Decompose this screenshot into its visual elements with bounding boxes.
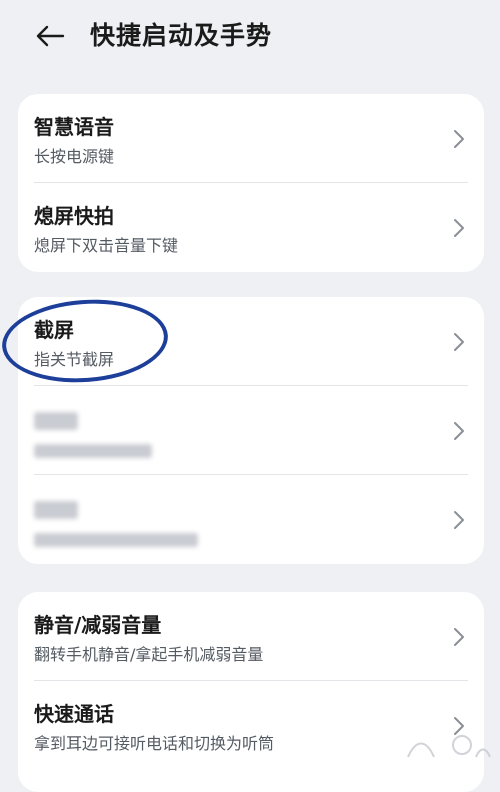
row-label: 熄屏快拍 (34, 204, 114, 228)
row-label: 静音/减弱音量 (34, 613, 162, 637)
chevron-right-icon (454, 219, 464, 237)
row-label: 智慧语音 (34, 115, 114, 139)
watermark-logo-icon (407, 735, 491, 758)
row-screen-off-snapshot[interactable]: 熄屏快拍 熄屏下双击音量下键 (18, 183, 484, 272)
row-label: 快速通话 (34, 702, 114, 726)
arrow-left-icon (36, 25, 65, 47)
chevron-right-icon (454, 333, 464, 351)
row-smart-voice[interactable]: 智慧语音 长按电源键 (18, 94, 484, 183)
blurred-subtitle (34, 533, 198, 547)
row-subtitle: 翻转手机静音/拿起手机减弱音量 (34, 645, 264, 664)
blurred-label (34, 501, 78, 519)
back-button[interactable] (30, 16, 70, 56)
page-title: 快捷启动及手势 (90, 21, 273, 50)
settings-card-1: 智慧语音 长按电源键 熄屏快拍 熄屏下双击音量下键 (18, 94, 484, 272)
row-subtitle: 拿到耳边可接听电话和切换为听筒 (34, 734, 275, 753)
chevron-right-icon (454, 422, 464, 440)
row-subtitle: 熄屏下双击音量下键 (34, 236, 179, 255)
row-blurred-1[interactable] (18, 386, 484, 475)
chevron-right-icon (454, 628, 464, 646)
chevron-right-icon (454, 130, 464, 148)
row-mute-reduce-volume[interactable]: 静音/减弱音量 翻转手机静音/拿起手机减弱音量 (18, 592, 484, 681)
chevron-right-icon (454, 511, 464, 529)
row-subtitle: 长按电源键 (34, 147, 115, 166)
blurred-subtitle (34, 444, 152, 458)
row-blurred-2[interactable] (18, 475, 484, 564)
blurred-label (34, 412, 78, 430)
app-header: 快捷启动及手势 (0, 0, 500, 72)
